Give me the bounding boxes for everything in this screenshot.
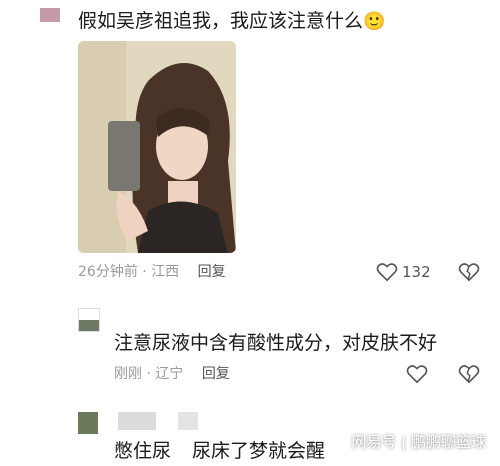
dislike-button[interactable] — [458, 262, 480, 282]
like-button[interactable] — [406, 364, 428, 384]
reply-button[interactable]: 回复 — [198, 264, 226, 280]
comment-meta: 刚刚 · 辽宁 回复 — [114, 366, 230, 382]
avatar[interactable] — [40, 8, 60, 22]
comment-photo[interactable] — [78, 41, 236, 253]
dislike-button[interactable] — [458, 364, 480, 384]
broken-heart-icon — [458, 365, 480, 384]
broken-heart-icon — [458, 263, 480, 282]
like-count: 132 — [402, 263, 431, 281]
avatar[interactable] — [118, 412, 156, 430]
avatar[interactable] — [78, 412, 98, 434]
watermark: 网易号 | 鹏鹏聊篮球 — [351, 433, 486, 451]
comment-text: 憋住尿 — [114, 440, 172, 462]
smile-emoji-icon: 🙂 — [363, 11, 386, 32]
avatar[interactable] — [178, 412, 198, 430]
reply-button[interactable]: 回复 — [202, 366, 230, 382]
comment-text: 尿床了梦就会醒 — [192, 440, 326, 462]
comment-text: 注意尿液中含有酸性成分，对皮肤不好 — [114, 332, 438, 354]
comment-meta: 26分钟前 · 江西 回复 — [78, 264, 226, 280]
avatar[interactable] — [78, 308, 100, 332]
comment-text: 假如吴彦祖追我，我应该注意什么🙂 — [78, 10, 386, 32]
heart-icon — [376, 263, 398, 282]
like-button[interactable]: 132 — [376, 262, 431, 282]
portrait-image — [78, 41, 236, 253]
heart-icon — [406, 365, 428, 384]
